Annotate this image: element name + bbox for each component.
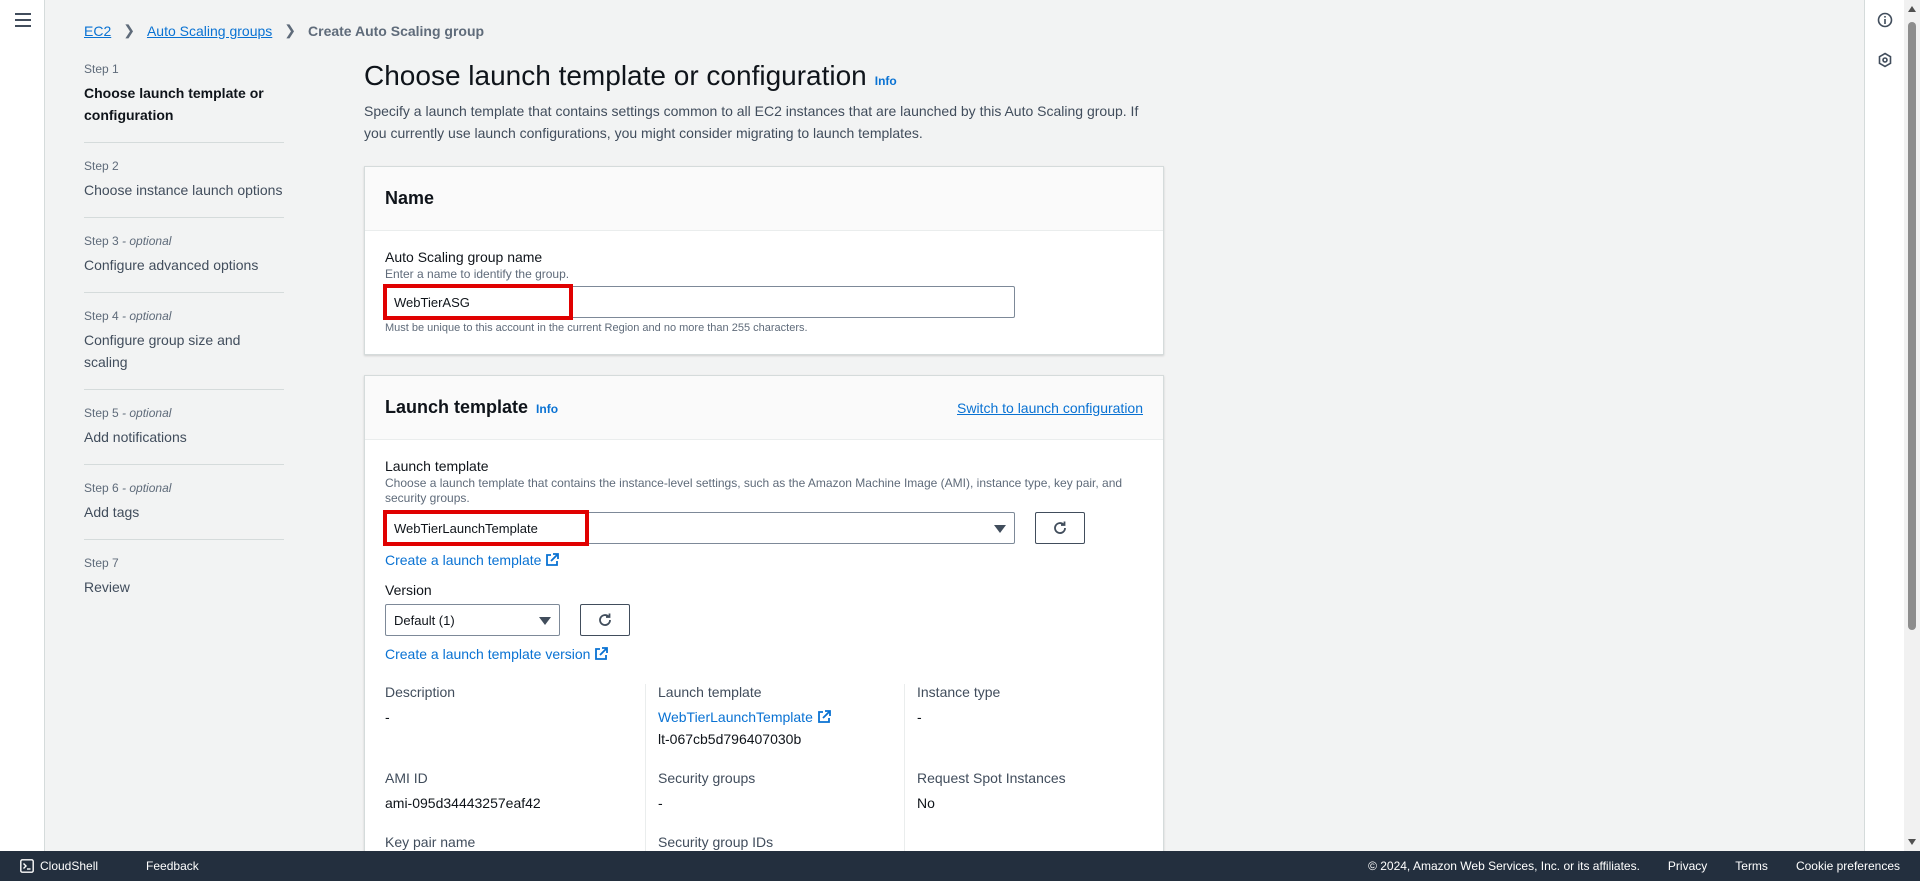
create-launch-template-version-link[interactable]: Create a launch template version [385,646,609,662]
left-rail [0,0,45,851]
asg-name-label: Auto Scaling group name [385,249,543,265]
refresh-button[interactable] [1035,512,1085,544]
version-select[interactable]: Default (1) [385,604,560,636]
terms-link[interactable]: Terms [1735,859,1768,873]
step-5[interactable]: Step 5 - optional Add notifications [84,406,284,465]
step-title: Add notifications [84,429,187,445]
launch-template-link[interactable]: WebTierLaunchTemplate [658,706,831,728]
feedback-link[interactable]: Feedback [146,859,199,873]
breadcrumb-ec2[interactable]: EC2 [84,23,111,39]
cookie-preferences-link[interactable]: Cookie preferences [1796,859,1900,873]
step-number: Step 5 - optional [84,406,172,420]
copyright: © 2024, Amazon Web Services, Inc. or its… [1368,859,1640,873]
terminal-icon [20,859,34,873]
switch-to-launch-configuration-link[interactable]: Switch to launch configuration [957,400,1143,416]
launch-template-selected: WebTierLaunchTemplate [394,520,538,536]
launch-template-details: Description - Launch template WebTierLau… [385,684,1143,876]
external-link-icon [595,647,609,660]
asg-name-hint: Must be unique to this account in the cu… [385,322,808,334]
launch-template-select[interactable]: WebTierLaunchTemplate [383,510,1015,546]
external-link-icon [546,553,560,566]
cloudshell-button[interactable]: CloudShell [20,859,122,873]
main-content: Choose launch template or configuration … [364,60,1164,881]
page-description: Specify a launch template that contains … [364,103,1139,141]
chevron-right-icon: ❯ [284,22,297,38]
step-1: Step 1 Choose launch template or configu… [84,62,284,143]
step-title: Configure group size and scaling [84,332,241,370]
step-number: Step 2 [84,159,119,173]
detail-launch-template: Launch template WebTierLaunchTemplate lt… [645,684,905,770]
step-title: Add tags [84,504,140,520]
right-rail [1864,0,1904,851]
refresh-icon [1054,521,1066,534]
step-title: Configure advanced options [84,257,259,273]
step-title: Review [84,579,130,595]
step-title: Choose launch template or configuration [84,85,264,123]
panel-title: Launch template Info [385,397,559,417]
breadcrumb-auto-scaling-groups[interactable]: Auto Scaling groups [147,23,272,39]
asg-name-input[interactable]: WebTierASG [383,284,1015,320]
version-selected: Default (1) [394,612,455,628]
detail-security-groups: Security groups - [645,770,905,834]
page-title: Choose launch template or configuration … [364,60,897,91]
name-panel: Name Auto Scaling group name Enter a nam… [364,166,1164,355]
detail-ami-id: AMI ID ami-095d34443257eaf42 [385,770,541,811]
scrollbar-thumb[interactable] [1908,22,1916,630]
version-label: Version [385,582,432,598]
step-7[interactable]: Step 7 Review [84,556,284,614]
step-2[interactable]: Step 2 Choose instance launch options [84,159,284,218]
panel-title: Name [385,188,435,208]
step-number: Step 4 - optional [84,309,172,323]
external-link-icon [817,710,831,723]
refresh-icon [599,613,611,626]
settings-hexagon-icon[interactable] [1877,52,1893,68]
chevron-right-icon: ❯ [123,22,135,38]
panel-header: Name [365,167,1163,231]
scroll-down-icon[interactable] [1908,839,1916,845]
wizard-steps: Step 1 Choose launch template or configu… [84,62,284,630]
step-number: Step 6 - optional [84,481,172,495]
info-link[interactable]: Info [875,74,897,88]
asg-name-value: WebTierASG [394,294,470,310]
asg-name-description: Enter a name to identify the group. [385,267,570,281]
step-4[interactable]: Step 4 - optional Configure group size a… [84,309,284,390]
caret-down-icon [539,617,551,625]
step-number: Step 3 - optional [84,234,172,248]
panel-header: Launch template Info Switch to launch co… [365,376,1163,440]
scroll-up-icon[interactable] [1908,6,1916,12]
step-3[interactable]: Step 3 - optional Configure advanced opt… [84,234,284,293]
info-icon[interactable] [1877,12,1893,28]
breadcrumb-current: Create Auto Scaling group [308,22,485,39]
launch-template-description: Choose a launch template that contains t… [385,476,1123,505]
step-6[interactable]: Step 6 - optional Add tags [84,481,284,540]
version-refresh-button[interactable] [580,604,630,636]
info-link[interactable]: Info [536,402,558,416]
step-title: Choose instance launch options [84,182,283,198]
detail-spot: Request Spot Instances No [917,770,1066,811]
privacy-link[interactable]: Privacy [1668,859,1707,873]
create-launch-template-link[interactable]: Create a launch template [385,552,560,568]
menu-icon[interactable] [15,13,31,27]
launch-template-panel: Launch template Info Switch to launch co… [364,375,1164,881]
step-number: Step 7 [84,556,119,570]
detail-instance-type: Instance type - [917,684,1001,725]
step-number: Step 1 [84,62,119,76]
launch-template-label: Launch template [385,458,489,474]
breadcrumb: EC2 ❯ Auto Scaling groups ❯ Create Auto … [84,22,484,39]
detail-description: Description - [385,684,456,725]
caret-down-icon [994,525,1006,533]
footer: CloudShell Feedback © 2024, Amazon Web S… [0,851,1920,881]
vertical-scrollbar[interactable] [1904,0,1920,851]
launch-template-id: lt-067cb5d796407030b [658,731,802,747]
